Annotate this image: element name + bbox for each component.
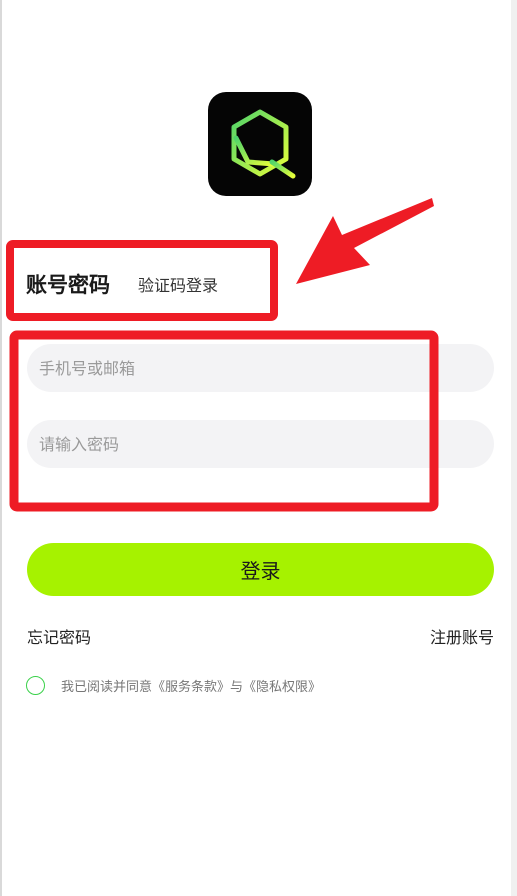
login-button[interactable]: 登录 <box>27 543 494 596</box>
app-logo <box>208 92 312 196</box>
hexagon-q-logo-icon <box>231 109 296 179</box>
forgot-password-link[interactable]: 忘记密码 <box>27 624 91 648</box>
agreement-text[interactable]: 我已阅读并同意《服务条款》与《隐私权限》 <box>61 676 321 695</box>
red-arrow-icon <box>296 198 434 284</box>
agreement-row: 我已阅读并同意《服务条款》与《隐私权限》 <box>26 676 321 695</box>
phone-email-input[interactable] <box>27 344 494 392</box>
tab-verification-code[interactable]: 验证码登录 <box>138 272 218 296</box>
window-edge-right <box>511 0 517 896</box>
login-mode-tabs: 账号密码 验证码登录 <box>26 268 218 300</box>
password-input[interactable] <box>27 420 494 468</box>
window-edge-left <box>0 0 2 896</box>
agreement-checkbox[interactable] <box>26 676 45 695</box>
tab-account-password[interactable]: 账号密码 <box>26 269 110 299</box>
register-link[interactable]: 注册账号 <box>430 624 494 648</box>
